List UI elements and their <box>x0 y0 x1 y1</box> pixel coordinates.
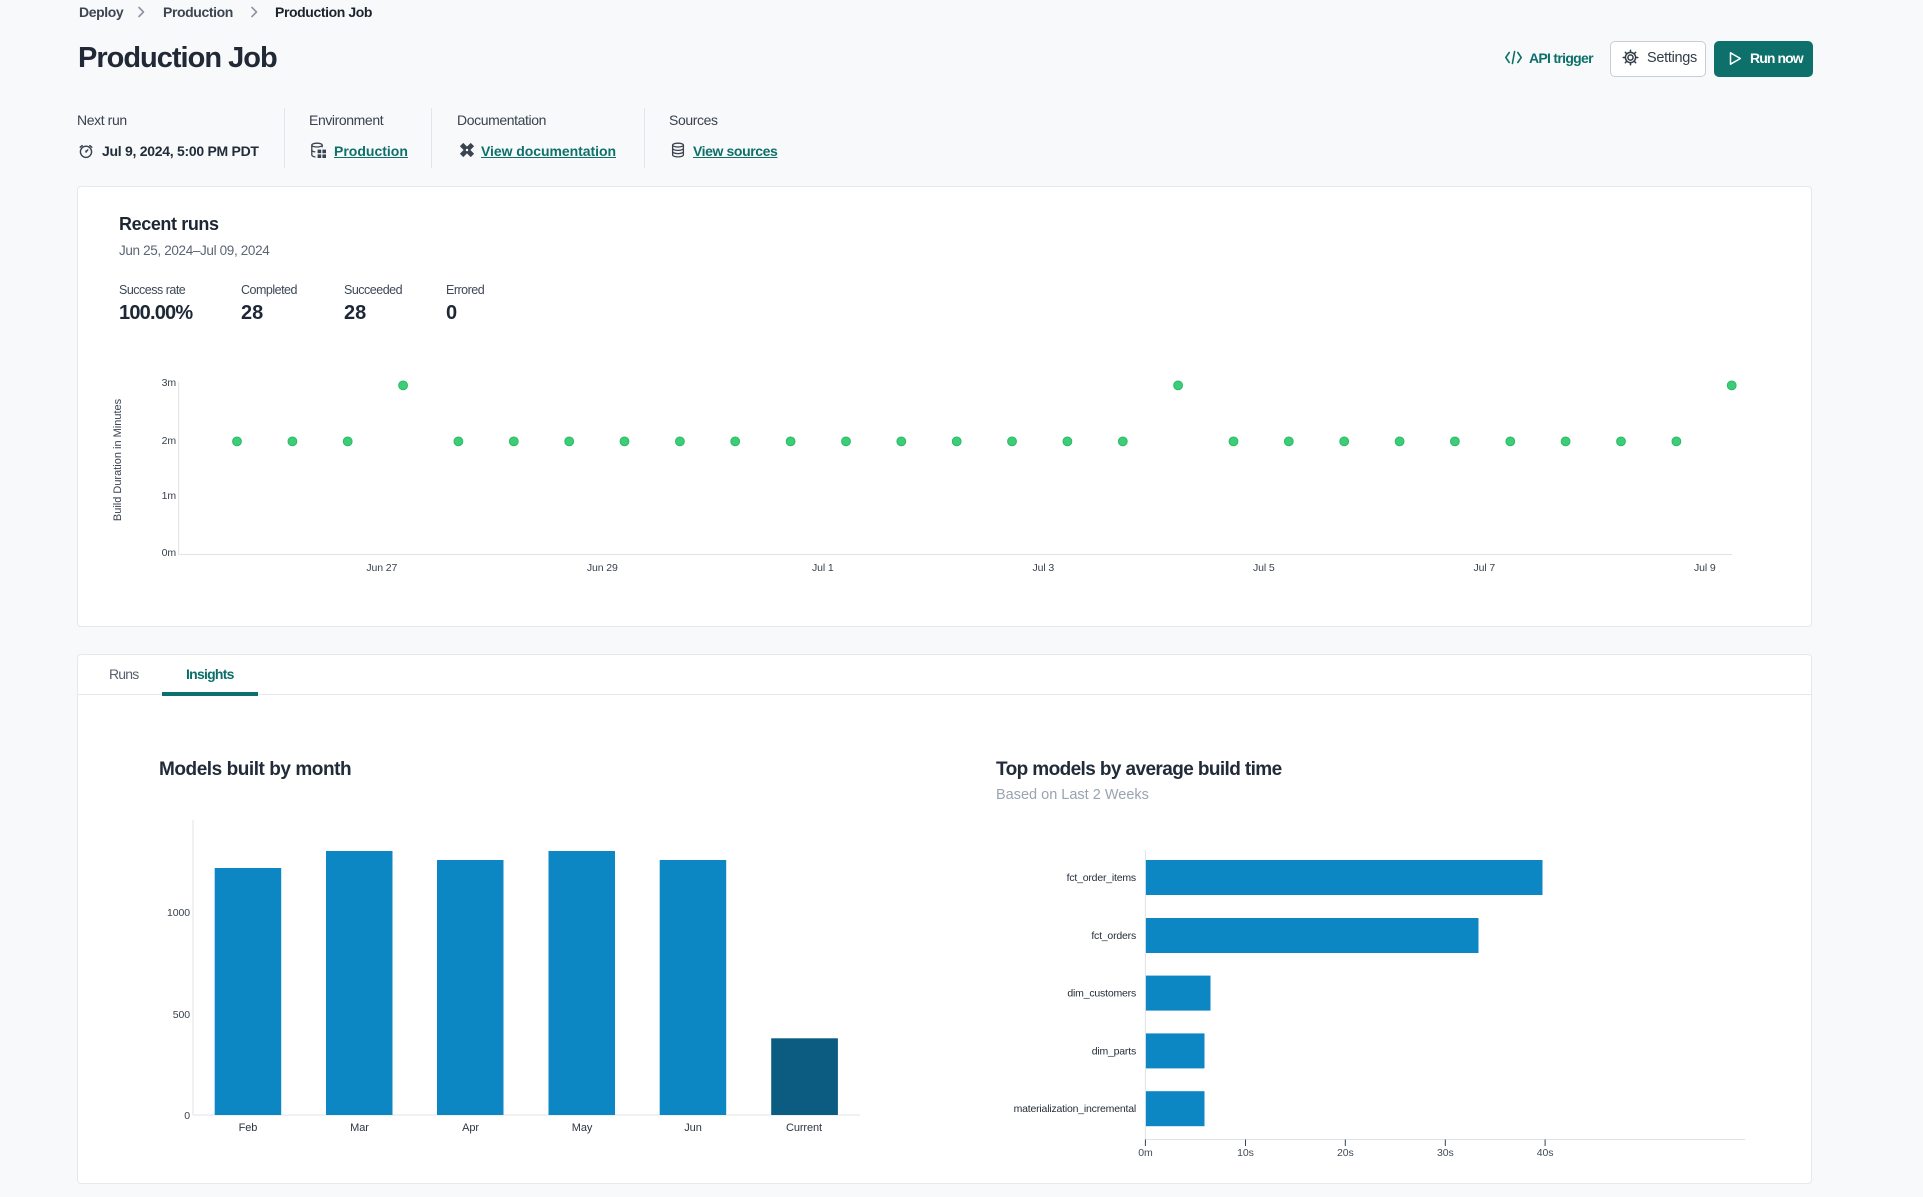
svg-text:Jul 1: Jul 1 <box>812 562 834 574</box>
svg-text:dim_parts: dim_parts <box>1092 1046 1136 1058</box>
svg-text:10s: 10s <box>1237 1147 1254 1159</box>
svg-text:Jul 5: Jul 5 <box>1253 562 1275 574</box>
svg-text:20s: 20s <box>1337 1147 1354 1159</box>
svg-text:40s: 40s <box>1537 1147 1554 1159</box>
svg-text:500: 500 <box>173 1009 190 1021</box>
svg-text:May: May <box>572 1122 593 1134</box>
svg-text:0m: 0m <box>1138 1147 1153 1159</box>
svg-text:Mar: Mar <box>350 1122 369 1134</box>
svg-text:Apr: Apr <box>462 1122 479 1134</box>
svg-text:0: 0 <box>184 1110 190 1122</box>
svg-text:Jul 3: Jul 3 <box>1032 562 1054 574</box>
svg-text:Jun 29: Jun 29 <box>587 562 618 574</box>
svg-text:fct_orders: fct_orders <box>1091 930 1136 942</box>
svg-text:Build Duration in Minutes: Build Duration in Minutes <box>112 398 124 521</box>
svg-text:fct_order_items: fct_order_items <box>1067 872 1136 884</box>
svg-text:Jul 9: Jul 9 <box>1694 562 1716 574</box>
svg-text:30s: 30s <box>1437 1147 1454 1159</box>
svg-text:Jun: Jun <box>684 1122 701 1134</box>
svg-text:dim_customers: dim_customers <box>1067 988 1136 1000</box>
svg-text:1000: 1000 <box>167 907 190 919</box>
svg-text:materialization_incremental: materialization_incremental <box>1014 1103 1136 1115</box>
svg-text:Jul 7: Jul 7 <box>1473 562 1495 574</box>
svg-text:3m: 3m <box>162 377 177 389</box>
svg-text:0m: 0m <box>162 547 177 559</box>
svg-text:Feb: Feb <box>239 1122 258 1134</box>
svg-text:Jun 27: Jun 27 <box>366 562 397 574</box>
svg-text:2m: 2m <box>162 435 177 447</box>
svg-text:Current: Current <box>786 1122 822 1134</box>
svg-text:1m: 1m <box>162 490 177 502</box>
